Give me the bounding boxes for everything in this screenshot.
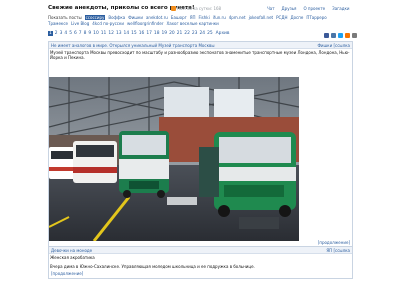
page-link[interactable]: 23 bbox=[192, 31, 198, 36]
post-card: Не имеет аналогов в мире. Открылся уника… bbox=[48, 41, 353, 248]
post-source-link[interactable]: Фишки [ссылка bbox=[317, 43, 350, 48]
page-link[interactable]: 1 bbox=[48, 31, 53, 36]
page-link[interactable]: 5 bbox=[69, 31, 72, 36]
page-link[interactable]: 16 bbox=[139, 31, 145, 36]
page-link[interactable]: 4 bbox=[64, 31, 67, 36]
nav-about-link[interactable]: О проекте bbox=[303, 6, 325, 11]
page-link[interactable]: 3 bbox=[60, 31, 63, 36]
post-card: Девочки на моноде ЯП [ссылка Женская акр… bbox=[48, 246, 353, 279]
post-paragraph: Вчера дима в Южно-Сахалинске. Управляюща… bbox=[50, 264, 255, 269]
page-link[interactable]: 2 bbox=[55, 31, 58, 36]
rss-icon[interactable] bbox=[171, 6, 176, 11]
source-link[interactable]: 4pm.net bbox=[229, 15, 246, 20]
source-link[interactable]: Fishki bbox=[199, 15, 210, 20]
feed-links: Трамексе Live Blog 4kcd по-русски wellfl… bbox=[48, 21, 219, 26]
post-header: Не имеет аналогов в мире. Открылся уника… bbox=[49, 42, 352, 49]
nav-riddles-link[interactable]: Загадки bbox=[332, 6, 349, 11]
post-text: Женская акробатика Вчера дима в Южно-Сах… bbox=[49, 254, 352, 270]
page-link[interactable]: 18 bbox=[154, 31, 160, 36]
page-link[interactable]: 20 bbox=[169, 31, 175, 36]
source-link[interactable]: jokeofall.net bbox=[249, 15, 274, 20]
twitter-icon[interactable] bbox=[338, 33, 343, 38]
source-link[interactable]: Фишки bbox=[128, 15, 143, 20]
page-link[interactable]: 10 bbox=[93, 31, 99, 36]
page-link[interactable]: 13 bbox=[116, 31, 122, 36]
post-header: Девочки на моноде ЯП [ссылка bbox=[49, 247, 352, 254]
archive-link[interactable]: Архив bbox=[216, 31, 230, 36]
feed-link[interactable]: wellfloorgrinfinder bbox=[127, 21, 163, 26]
post-source-link[interactable]: ЯП [ссылка bbox=[326, 248, 350, 253]
facebook-icon[interactable] bbox=[324, 33, 329, 38]
source-link[interactable]: ЯП bbox=[190, 15, 196, 20]
source-link[interactable]: РСДН bbox=[276, 15, 287, 20]
posts-counter: Постов за сутки: 168 bbox=[177, 6, 222, 11]
page-link[interactable]: 25 bbox=[207, 31, 213, 36]
source-link[interactable]: ссоссиру bbox=[84, 14, 106, 20]
source-link[interactable]: Башорг bbox=[171, 15, 187, 20]
source-link[interactable]: anekdot.ru bbox=[146, 15, 168, 20]
share-icons bbox=[324, 33, 357, 38]
post-title-link[interactable]: Не имеет аналогов в мире. Открылся уника… bbox=[51, 43, 215, 48]
pagination: 1 2 3 4 5 6 7 8 9 10 11 12 13 14 15 16 17 18 19 20 21 22 23 24 2… bbox=[48, 31, 230, 36]
page-link[interactable]: 12 bbox=[108, 31, 114, 36]
page-link[interactable]: 19 bbox=[162, 31, 168, 36]
nav-friends-link[interactable]: Друзья bbox=[282, 6, 297, 11]
page-link[interactable]: 17 bbox=[146, 31, 152, 36]
read-more-link[interactable]: [продолжение] bbox=[318, 240, 350, 245]
source-link[interactable]: ПТарреро bbox=[306, 15, 326, 20]
source-link[interactable]: ifun.ru bbox=[213, 15, 226, 20]
page-link[interactable]: 15 bbox=[131, 31, 137, 36]
page-link[interactable]: 6 bbox=[74, 31, 77, 36]
museum-photo bbox=[49, 77, 299, 241]
page-link[interactable]: 21 bbox=[177, 31, 183, 36]
page-link[interactable]: 24 bbox=[199, 31, 205, 36]
post-title-link[interactable]: Девочки на моноде bbox=[51, 248, 92, 253]
source-link[interactable]: Воффка bbox=[108, 15, 125, 20]
vk-icon[interactable] bbox=[331, 33, 336, 38]
page-link[interactable]: 11 bbox=[101, 31, 107, 36]
page-link[interactable]: 22 bbox=[184, 31, 190, 36]
email-icon[interactable] bbox=[352, 33, 357, 38]
feed-link[interactable]: Live Blog bbox=[71, 21, 89, 26]
page-link[interactable]: 14 bbox=[124, 31, 130, 36]
page-link[interactable]: 7 bbox=[79, 31, 82, 36]
top-nav: Чат Друзья О проекте Загадки bbox=[267, 6, 350, 11]
odnoklassniki-icon[interactable] bbox=[345, 33, 350, 38]
post-text: Музей транспорта Москвы превосходит по м… bbox=[50, 50, 350, 60]
source-filter-label: Показать посты bbox=[48, 14, 82, 20]
feed-link[interactable]: Трамексе bbox=[48, 21, 68, 26]
source-filter: Показать посты ссоссиру Воффка Фишки ane… bbox=[48, 14, 356, 20]
read-more-link[interactable]: [продолжение] bbox=[51, 271, 83, 276]
feed-link[interactable]: Хахог веселые картинки bbox=[166, 21, 218, 26]
page-link[interactable]: 8 bbox=[84, 31, 87, 36]
feed-link[interactable]: 4kcd по-русски bbox=[92, 21, 124, 26]
source-link[interactable]: Доспе bbox=[290, 15, 303, 20]
nav-chat-link[interactable]: Чат bbox=[267, 6, 275, 11]
page-link[interactable]: 9 bbox=[88, 31, 91, 36]
